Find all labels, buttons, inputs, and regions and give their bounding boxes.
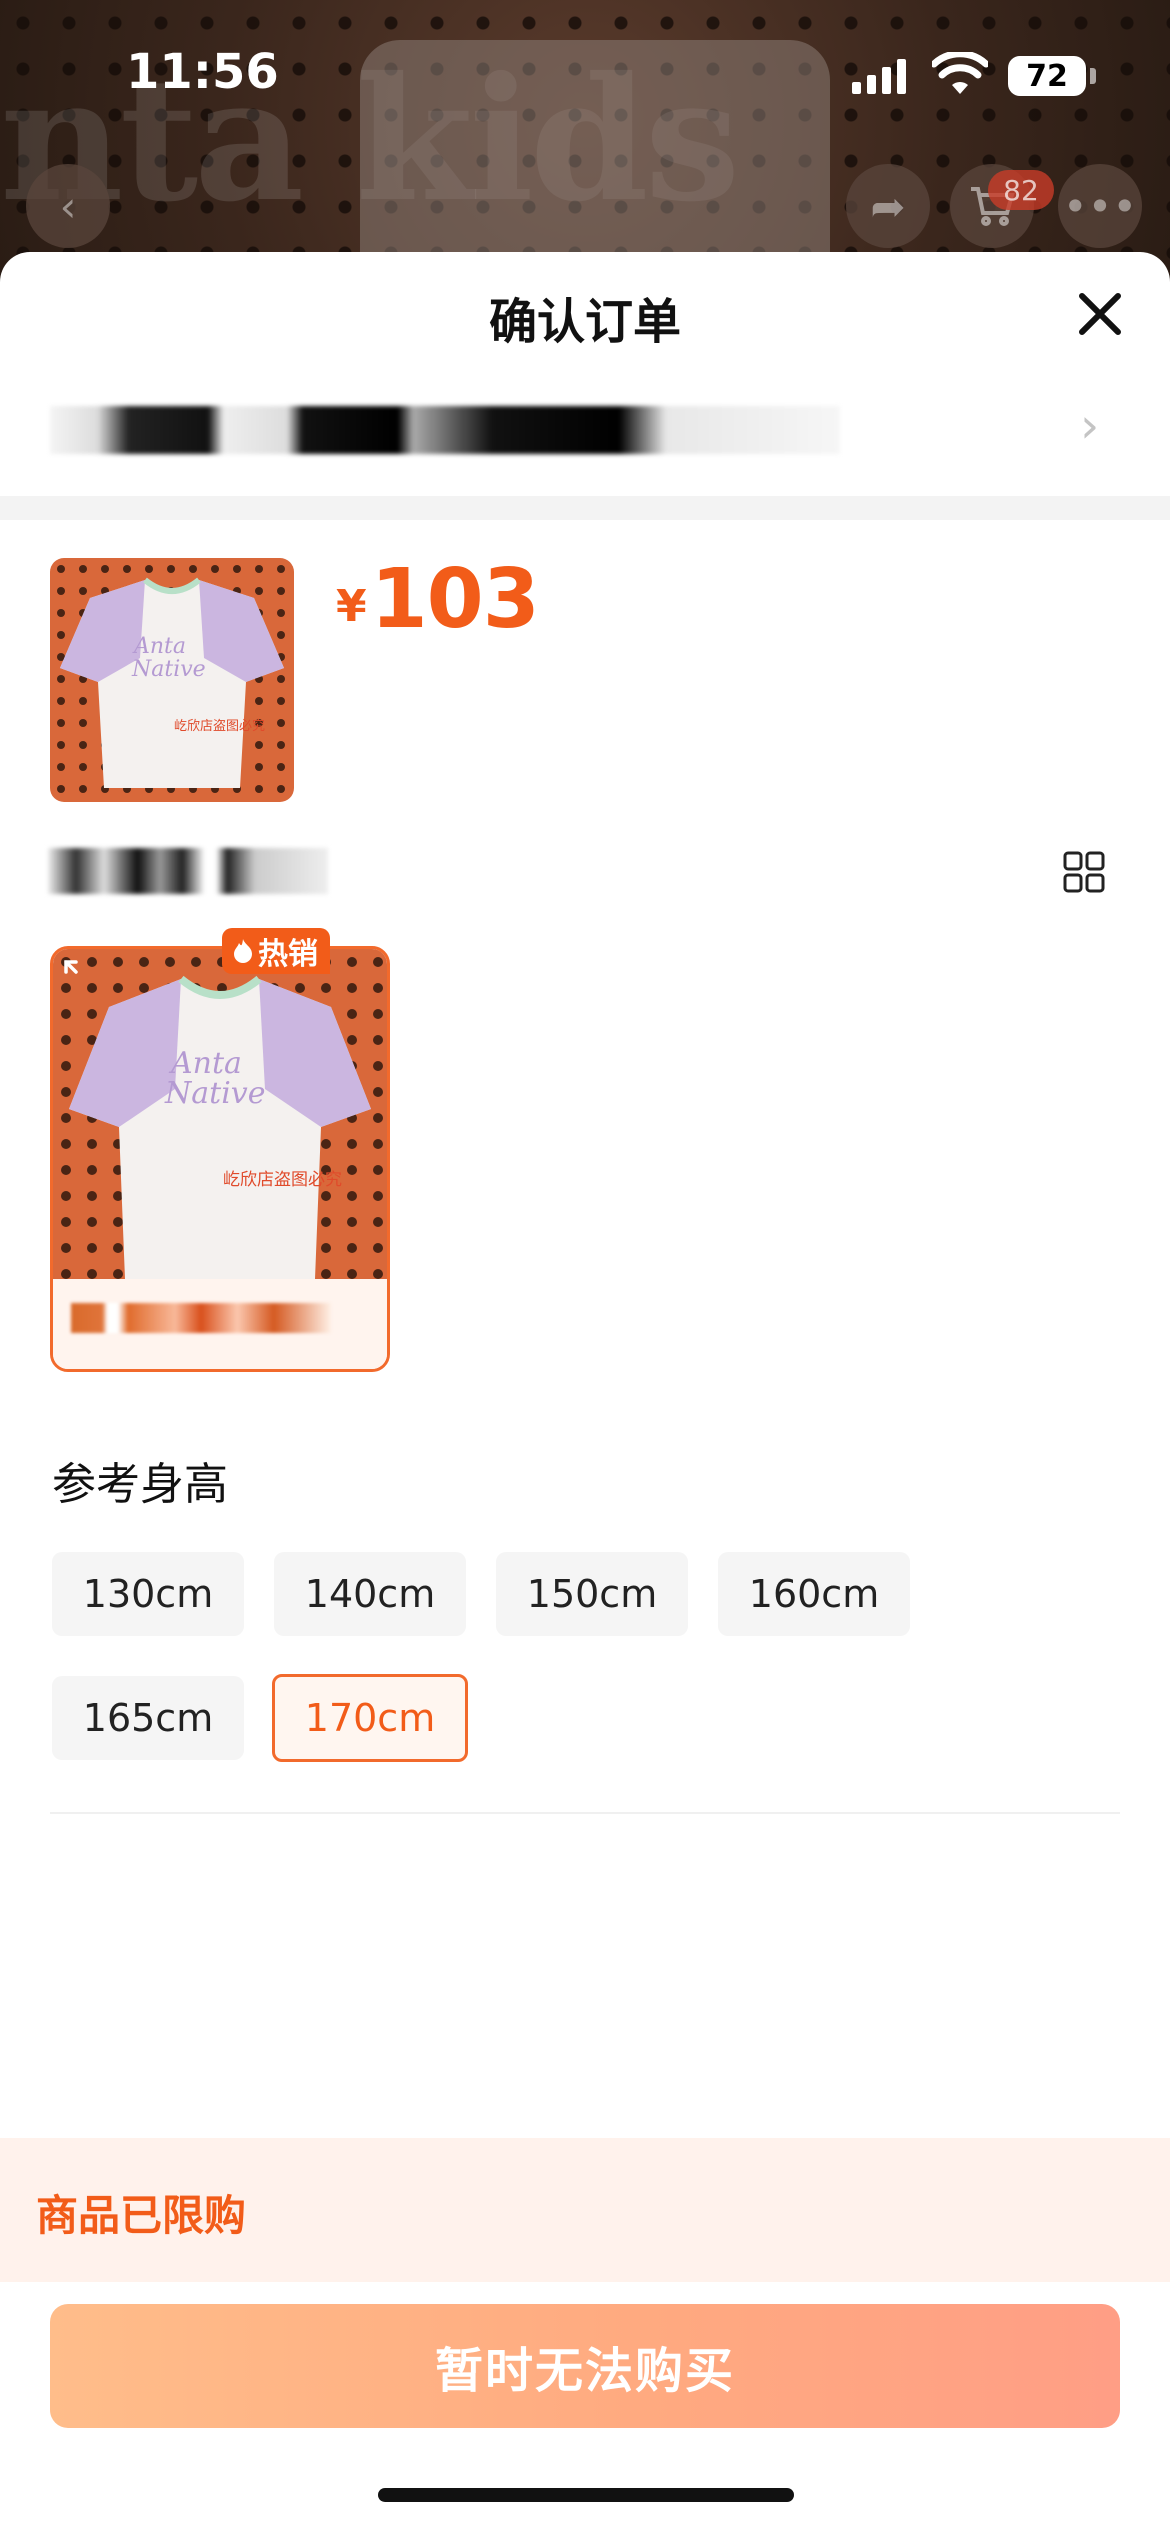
hot-sale-badge: 热销 [222,928,330,974]
watermark-text: 屹欣店盗图必究 [174,718,265,734]
size-option-165[interactable]: 165cm [52,1676,244,1760]
status-bar: 11:56 72 [0,0,1170,150]
order-confirm-sheet: 确认订单 › Anta Native 屹欣店盗图必究 ¥103 Anta Nat… [0,252,1170,2532]
svg-text:Native: Native [164,1076,266,1111]
size-option-170-selected[interactable]: 170cm [272,1674,468,1762]
battery-cap [1090,68,1096,84]
chevron-right-icon: › [1080,398,1100,454]
address-redacted [50,406,840,454]
grid-view-icon[interactable] [1062,850,1106,894]
purchase-limit-text: 商品已限购 [36,2191,247,2240]
currency-symbol: ¥ [336,581,367,632]
sku-card-footer [53,1279,387,1369]
divider [50,1812,1120,1814]
expand-icon[interactable] [62,958,96,992]
size-option-130[interactable]: 130cm [52,1552,244,1636]
purchase-limit-bar: 商品已限购 [0,2138,1170,2282]
cellular-signal-icon [852,58,906,94]
sku-image: Anta Native 屹欣店盗图必究 [53,949,387,1279]
status-time: 11:56 [126,44,279,100]
product-thumbnail[interactable]: Anta Native 屹欣店盗图必究 [50,558,294,802]
svg-text:Anta: Anta [132,634,186,659]
spec-label-redacted [48,848,328,894]
shipping-address-row[interactable]: › [0,372,1170,492]
sku-name-redacted [71,1303,331,1333]
sku-option-card[interactable]: Anta Native 屹欣店盗图必究 [50,946,390,1372]
price-value: 103 [370,552,540,647]
wifi-icon [932,52,988,94]
sheet-title: 确认订单 [488,294,681,350]
cart-count-badge: 82 [988,170,1054,210]
battery-icon: 72 [1008,56,1086,96]
more-icon[interactable]: ••• [1058,164,1142,248]
sku-watermark-text: 屹欣店盗图必究 [223,1170,342,1190]
size-option-140[interactable]: 140cm [274,1552,466,1636]
size-option-160[interactable]: 160cm [718,1552,910,1636]
buy-button-disabled[interactable]: 暂时无法购买 [50,2304,1120,2428]
section-divider [0,496,1170,520]
size-option-150[interactable]: 150cm [496,1552,688,1636]
size-section-title: 参考身高 [52,1459,228,1510]
hot-sale-label: 热销 [258,937,318,972]
price: ¥103 [336,552,540,647]
home-indicator [378,2488,794,2502]
share-icon[interactable]: ➦ [846,164,930,248]
back-icon[interactable]: ‹ [26,164,110,248]
svg-text:Native: Native [131,657,206,682]
flame-icon [234,939,252,963]
close-icon[interactable] [1072,286,1128,342]
